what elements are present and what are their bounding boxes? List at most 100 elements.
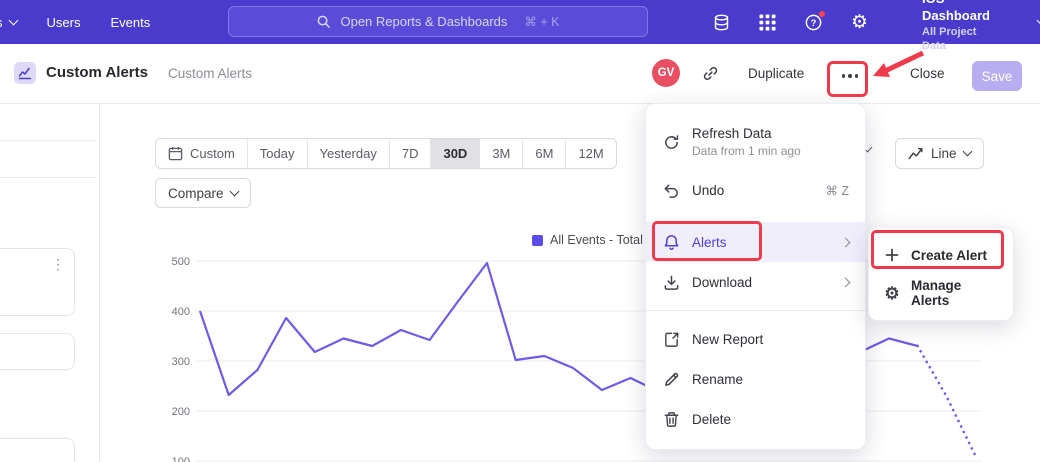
refresh-icon	[662, 134, 680, 151]
sidebar-card[interactable]	[0, 333, 75, 370]
help-icon[interactable]: ?	[804, 12, 823, 32]
svg-text:?: ?	[811, 17, 817, 28]
menu-item-alerts[interactable]: Alerts	[646, 222, 865, 262]
submenu-item-label: Create Alert	[911, 248, 987, 263]
download-icon	[662, 274, 680, 291]
date-range-yesterday[interactable]: Yesterday	[307, 139, 389, 168]
primary-nav: s Users Events	[0, 0, 150, 44]
project-subtitle: All Project Data	[922, 25, 998, 54]
submenu-item-label: Manage Alerts	[911, 278, 999, 308]
nav-item-label: s	[0, 15, 3, 30]
left-sidebar: ⋮	[0, 104, 100, 462]
more-options-menu: Refresh Data Data from 1 min ago Undo ⌘ …	[645, 103, 866, 450]
date-range-3m[interactable]: 3M	[479, 139, 522, 168]
chevron-right-icon	[841, 237, 851, 247]
undo-icon	[662, 182, 680, 199]
settings-icon[interactable]: ⚙	[851, 12, 868, 32]
svg-text:400: 400	[172, 306, 190, 318]
calendar-icon	[168, 146, 183, 161]
share-link-icon[interactable]	[702, 65, 719, 87]
search-icon	[316, 14, 331, 29]
svg-text:500: 500	[172, 256, 190, 268]
pencil-icon	[662, 371, 680, 388]
chevron-down-icon	[229, 186, 239, 196]
menu-item-label: Download	[692, 275, 752, 290]
alerts-submenu: Create Alert ⚙ Manage Alerts	[868, 227, 1014, 321]
sidebar-divider	[0, 140, 97, 141]
navbar-right: ? ⚙ iOS Dashboard All Project Data	[712, 0, 1040, 44]
sidebar-card[interactable]: ⋮	[0, 248, 75, 316]
more-options-button[interactable]	[836, 63, 864, 89]
menu-item-label: Alerts	[692, 235, 727, 250]
menu-item-refresh-data[interactable]: Refresh Data Data from 1 min ago	[646, 114, 865, 170]
kebab-menu-icon[interactable]: ⋮	[51, 257, 65, 271]
date-range-7d[interactable]: 7D	[389, 139, 431, 168]
menu-item-label: Refresh Data	[692, 126, 801, 141]
menu-divider	[646, 310, 865, 311]
plus-icon	[883, 247, 901, 263]
compare-label: Compare	[168, 186, 224, 201]
nav-item-label: Users	[47, 15, 81, 30]
date-range-12m[interactable]: 12M	[565, 139, 615, 168]
sidebar-divider	[0, 177, 97, 178]
nav-item-label: Events	[110, 15, 150, 30]
chevron-down-icon	[8, 15, 18, 25]
report-type-icon	[14, 62, 36, 84]
save-button[interactable]: Save	[972, 61, 1022, 91]
duplicate-button[interactable]: Duplicate	[748, 66, 804, 81]
chart-type-selector[interactable]: Line	[895, 138, 984, 169]
svg-text:100: 100	[172, 456, 190, 462]
global-search[interactable]: Open Reports & Dashboards ⌘ + K	[228, 6, 648, 37]
search-shortcut: ⌘ + K	[524, 14, 559, 29]
svg-text:200: 200	[172, 406, 190, 418]
keyboard-shortcut: ⌘ Z	[825, 183, 849, 198]
date-range-custom[interactable]: Custom	[156, 139, 247, 168]
new-report-icon	[662, 331, 680, 348]
bell-icon	[662, 234, 680, 251]
trash-icon	[662, 411, 680, 428]
avatar[interactable]: GV	[652, 59, 680, 87]
menu-item-new-report[interactable]: New Report	[646, 319, 865, 359]
nav-item-users[interactable]: Users	[47, 15, 81, 30]
menu-item-delete[interactable]: Delete	[646, 399, 865, 439]
project-selector[interactable]: iOS Dashboard All Project Data	[922, 0, 998, 53]
menu-item-sublabel: Data from 1 min ago	[692, 144, 801, 158]
compare-button[interactable]: Compare	[155, 178, 251, 208]
chart-type-label: Line	[931, 146, 957, 161]
close-button[interactable]: Close	[910, 66, 945, 81]
report-toolbar: Custom Alerts Custom Alerts GV Duplicate…	[0, 44, 1040, 104]
apps-grid-icon[interactable]	[759, 12, 776, 32]
notification-dot	[818, 10, 826, 18]
top-navbar: s Users Events Open Reports & Dashboards…	[0, 0, 1040, 44]
menu-item-undo[interactable]: Undo ⌘ Z	[646, 170, 865, 210]
date-range-selector: Custom Today Yesterday 7D 30D 3M 6M 12M	[155, 138, 617, 169]
chevron-down-icon[interactable]	[1036, 15, 1040, 25]
page-title: Custom Alerts	[46, 64, 148, 81]
nav-item-events[interactable]: Events	[110, 15, 150, 30]
submenu-item-create-alert[interactable]: Create Alert	[869, 236, 1013, 274]
breadcrumb[interactable]: Custom Alerts	[168, 66, 252, 81]
menu-item-rename[interactable]: Rename	[646, 359, 865, 399]
chevron-down-icon	[962, 147, 972, 157]
chevron-right-icon	[841, 277, 851, 287]
date-range-30d[interactable]: 30D	[430, 139, 479, 168]
date-range-label: Custom	[190, 146, 235, 161]
search-label: Open Reports & Dashboards	[340, 14, 507, 29]
menu-item-label: Delete	[692, 412, 731, 427]
nav-item-truncated[interactable]: s	[0, 15, 17, 30]
more-options-icon	[842, 74, 846, 78]
date-range-6m[interactable]: 6M	[522, 139, 565, 168]
menu-item-download[interactable]: Download	[646, 262, 865, 302]
chart-legend: All Events - Total	[532, 233, 643, 247]
project-name: iOS Dashboard	[922, 0, 998, 25]
menu-item-label: Undo	[692, 183, 724, 198]
sidebar-card[interactable]	[0, 438, 75, 462]
date-range-today[interactable]: Today	[247, 139, 307, 168]
gear-icon: ⚙	[883, 285, 901, 302]
submenu-item-manage-alerts[interactable]: ⚙ Manage Alerts	[869, 274, 1013, 312]
line-chart-icon	[908, 146, 924, 162]
menu-item-label: New Report	[692, 332, 763, 347]
data-icon[interactable]	[712, 12, 731, 32]
svg-text:300: 300	[172, 356, 190, 368]
legend-swatch	[532, 235, 543, 246]
